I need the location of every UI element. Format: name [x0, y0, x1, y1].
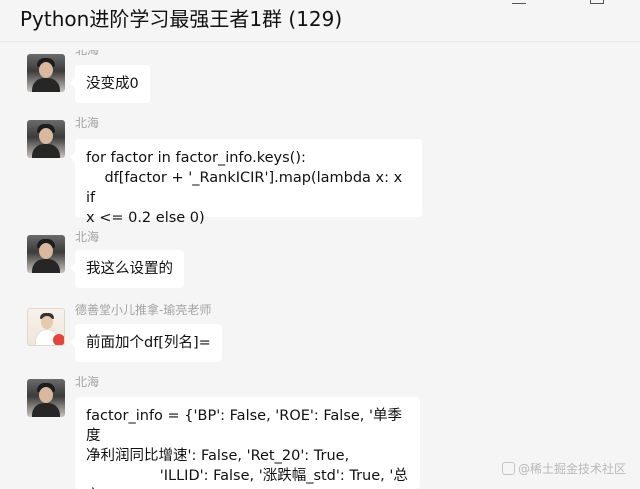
- chat-title: Python进阶学习最强王者1群 (129): [20, 7, 343, 31]
- message-bubble[interactable]: factor_info = {'BP': False, 'ROE': False…: [75, 397, 420, 489]
- message-bubble[interactable]: 前面加个df[列名]=: [70, 324, 222, 362]
- sender-avatar[interactable]: [27, 379, 65, 417]
- badge-icon: [53, 334, 64, 345]
- juejin-logo-icon: [501, 462, 515, 475]
- sender-avatar[interactable]: [27, 308, 65, 346]
- sender-name: 北海: [75, 375, 100, 389]
- sender-name: 北海: [75, 230, 100, 244]
- sender-name: 德善堂小儿推拿-瑜亮老师: [75, 303, 212, 317]
- watermark: @稀土掘金技术社区: [501, 460, 626, 477]
- message-bubble[interactable]: 我这么设置的: [70, 250, 184, 288]
- title-bar: Python进阶学习最强王者1群 (129): [0, 0, 640, 42]
- minimize-button[interactable]: [512, 0, 526, 4]
- maximize-button[interactable]: [590, 0, 604, 4]
- sender-avatar[interactable]: [27, 235, 65, 273]
- watermark-text: @稀土掘金技术社区: [517, 462, 626, 476]
- message-bubble[interactable]: for factor in factor_info.keys(): df[fac…: [70, 139, 422, 226]
- sender-name: 北海: [75, 43, 100, 57]
- sender-avatar[interactable]: [27, 54, 65, 92]
- chat-message-list[interactable]: 北海 没变成0 北海 for factor in factor_info.key…: [0, 42, 640, 489]
- sender-name: 北海: [75, 116, 100, 130]
- message-bubble[interactable]: 没变成0: [70, 65, 150, 103]
- sender-avatar[interactable]: [27, 120, 65, 158]
